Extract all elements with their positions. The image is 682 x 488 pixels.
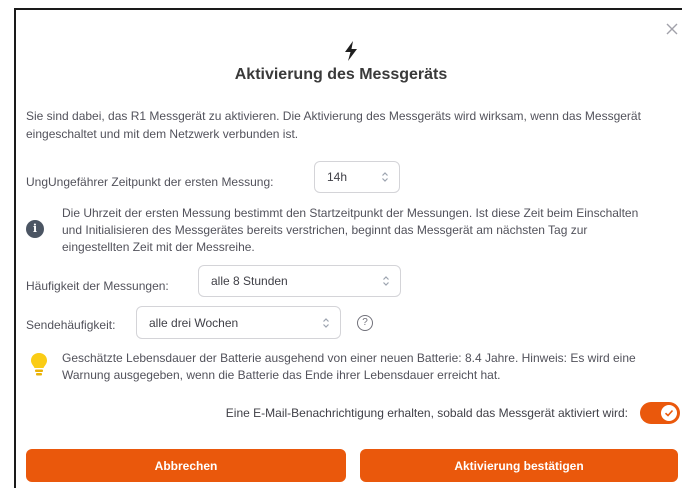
email-notification-label: Eine E-Mail-Benachrichtigung erhalten, s… [225,406,628,420]
intro-text: Sie sind dabei, das R1 Messgerät zu akti… [26,109,641,141]
first-measurement-value: 14h [327,170,348,184]
info-icon: i [26,220,44,238]
cancel-button[interactable]: Abbrechen [26,449,346,482]
chevron-updown-icon [323,317,329,328]
toggle-knob [661,405,677,421]
question-circle-icon[interactable]: ? [357,315,373,331]
email-notification-toggle[interactable] [640,402,680,424]
frequency-select[interactable]: alle 8 Stunden [198,265,401,297]
frequency-value: alle 8 Stunden [211,274,288,288]
battery-text: Geschätzte Lebensdauer der Batterie ausg… [62,351,636,382]
first-measurement-select[interactable]: 14h [314,161,400,193]
confirm-activation-button[interactable]: Aktivierung bestätigen [360,449,678,482]
info-text: Die Uhrzeit der ersten Messung bestimmt … [62,206,639,254]
dialog-title: Aktivierung des Messgeräts [234,66,448,83]
chevron-updown-icon [382,172,388,182]
send-frequency-select[interactable]: alle drei Wochen [136,306,341,339]
lightning-bolt-icon [345,41,357,61]
first-measurement-label: UngUngefährer Zeitpunkt der ersten Messu… [26,175,274,189]
checkmark-icon [664,409,674,417]
frequency-label: Häufigkeit der Messungen: [26,279,169,293]
send-frequency-value: alle drei Wochen [149,315,239,330]
chevron-updown-icon [383,276,389,286]
send-frequency-label: Sendehäufigkeit: [26,318,116,332]
lightbulb-icon [31,353,47,376]
close-icon[interactable] [664,22,680,38]
